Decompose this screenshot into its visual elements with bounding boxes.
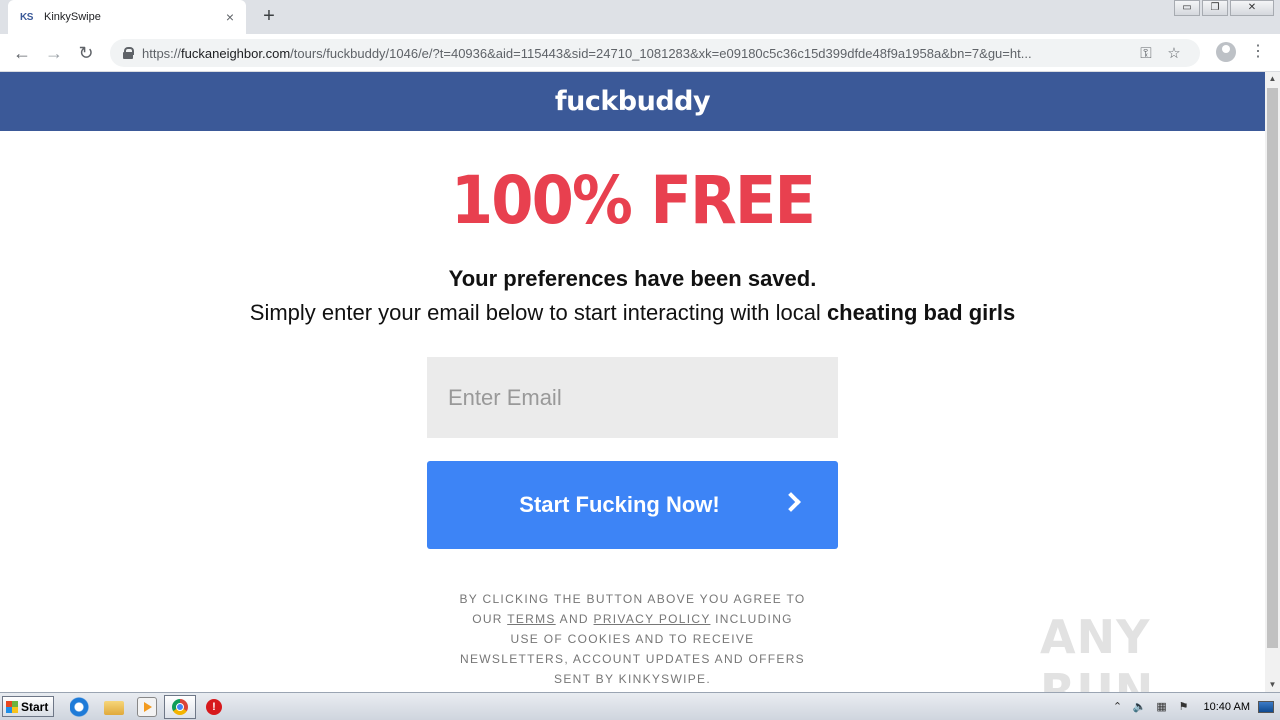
new-tab-button[interactable]: + <box>258 6 280 28</box>
windows-logo-icon <box>6 700 18 713</box>
browser-tab[interactable]: KS KinkySwipe × <box>8 0 246 34</box>
tab-title: KinkySwipe <box>44 11 101 23</box>
minimize-button[interactable]: ▭ <box>1174 0 1200 16</box>
forward-button[interactable]: → <box>42 41 66 65</box>
url-host: fuckaneighbor.com <box>181 45 291 61</box>
start-now-button[interactable]: Start Fucking Now! <box>427 461 838 549</box>
legal-and: and <box>555 612 594 626</box>
privacy-policy-link[interactable]: Privacy Policy <box>594 612 711 626</box>
browser-menu-icon[interactable]: ⋮ <box>1250 41 1266 61</box>
action-center-flag-icon[interactable]: ⚑ <box>1176 700 1192 714</box>
email-input[interactable] <box>427 357 838 438</box>
legal-disclaimer: By clicking the button above you agree t… <box>458 589 808 689</box>
scroll-thumb[interactable] <box>1267 88 1278 648</box>
subline-text: Simply enter your email below to start i… <box>249 300 827 325</box>
browser-toolbar: ← → ↻ https://fuckaneighbor.com/tours/fu… <box>0 34 1280 72</box>
chrome-taskbar-button[interactable] <box>164 695 196 719</box>
terms-link[interactable]: Terms <box>507 612 556 626</box>
stop-icon[interactable]: ! <box>206 699 222 715</box>
bookmark-star-icon[interactable]: ☆ <box>1160 44 1188 62</box>
site-logo[interactable]: fuckbuddy <box>555 86 711 117</box>
network-icon[interactable]: ▦ <box>1154 700 1170 714</box>
chevron-right-icon <box>781 492 801 512</box>
taskbar: Start ! ⌃ 🔈 ▦ ⚑ 10:40 AM <box>0 692 1280 720</box>
url-path: /tours/fuckbuddy/1046/e/?t=40936&aid=115… <box>290 45 1032 61</box>
tab-close-icon[interactable]: × <box>220 9 240 25</box>
web-page: fuckbuddy 100% FREE Your preferences hav… <box>0 72 1265 692</box>
reload-button[interactable]: ↻ <box>74 41 98 65</box>
window-controls: ▭ ❐ ✕ <box>1172 0 1274 16</box>
volume-icon[interactable]: 🔈 <box>1132 700 1148 714</box>
url-scheme: https:// <box>142 45 182 61</box>
tray-expand-icon[interactable]: ⌃ <box>1110 700 1126 714</box>
lock-icon[interactable] <box>122 47 134 59</box>
media-player-icon[interactable] <box>137 697 157 717</box>
system-tray: ⌃ 🔈 ▦ ⚑ 10:40 AM <box>1110 693 1280 720</box>
start-label: Start <box>21 699 49 714</box>
back-button[interactable]: ← <box>10 41 34 65</box>
address-bar[interactable]: https://fuckaneighbor.com/tours/fuckbudd… <box>110 39 1200 67</box>
chrome-icon <box>172 699 188 715</box>
subline: Simply enter your email below to start i… <box>0 300 1265 326</box>
show-desktop-button[interactable] <box>1258 700 1274 713</box>
profile-avatar-icon[interactable] <box>1216 42 1236 62</box>
browser-tabstrip: KS KinkySwipe × + ▭ ❐ ✕ <box>0 0 1280 34</box>
clock[interactable]: 10:40 AM <box>1204 701 1250 713</box>
file-explorer-icon[interactable] <box>104 701 124 715</box>
start-now-label: Start Fucking Now! <box>519 492 720 517</box>
site-header: fuckbuddy <box>0 72 1265 131</box>
headline: 100% FREE <box>450 162 816 239</box>
start-button[interactable]: Start <box>2 696 54 717</box>
subline-bold-text: cheating bad girls <box>826 300 1016 325</box>
saved-message: Your preferences have been saved. <box>448 266 817 291</box>
scroll-down-icon[interactable]: ▼ <box>1265 678 1280 692</box>
key-icon[interactable]: ⚿ <box>1132 45 1160 62</box>
url-text[interactable]: https://fuckaneighbor.com/tours/fuckbudd… <box>142 46 1132 61</box>
site-favicon-icon: KS <box>20 11 33 23</box>
restore-button[interactable]: ❐ <box>1202 0 1228 16</box>
scroll-up-icon[interactable]: ▲ <box>1265 72 1280 86</box>
window-close-button[interactable]: ✕ <box>1230 0 1274 16</box>
internet-explorer-icon[interactable] <box>70 697 90 717</box>
page-scrollbar[interactable]: ▲ ▼ <box>1265 72 1280 692</box>
